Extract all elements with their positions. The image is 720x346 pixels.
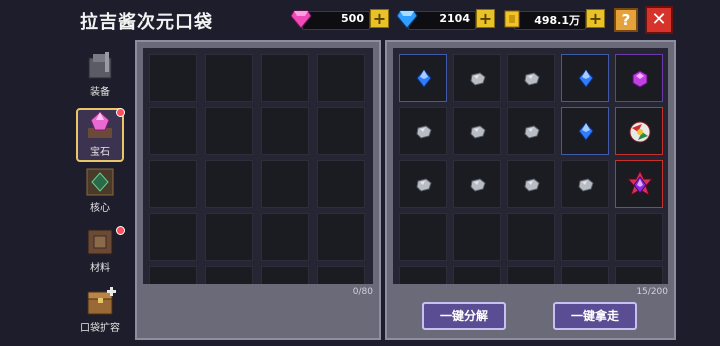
pink-gem-value: 500: [341, 12, 364, 25]
empty-slot[interactable]: [615, 213, 663, 261]
empty-slot[interactable]: [261, 266, 309, 284]
nav-item-equipment[interactable]: 装备: [76, 50, 124, 104]
take-all-button[interactable]: 一键拿走: [553, 302, 637, 330]
inventory-slot[interactable]: [453, 107, 501, 155]
coin-currency: 498.1万 +: [502, 9, 606, 30]
gem-capacity-count: 15/200: [636, 287, 668, 297]
empty-slot[interactable]: [261, 160, 309, 208]
empty-slot[interactable]: [561, 266, 609, 284]
inventory-slot[interactable]: [507, 160, 555, 208]
empty-slot[interactable]: [205, 160, 253, 208]
empty-slot[interactable]: [561, 213, 609, 261]
pocket-storage-panel: 0/80: [135, 40, 381, 340]
pocket-capacity-count: 0/80: [352, 287, 373, 297]
empty-slot[interactable]: [507, 213, 555, 261]
empty-slot[interactable]: [149, 107, 197, 155]
inventory-slot[interactable]: [561, 160, 609, 208]
empty-slot[interactable]: [615, 266, 663, 284]
add-coin-button[interactable]: +: [586, 9, 605, 28]
inventory-slot[interactable]: [615, 54, 663, 102]
inventory-slot[interactable]: [507, 54, 555, 102]
blue-gem-icon: [396, 9, 418, 29]
empty-slot[interactable]: [399, 266, 447, 284]
nav-item-core[interactable]: 核心: [76, 166, 124, 220]
chest-expand-icon: [83, 286, 117, 318]
empty-slot[interactable]: [317, 107, 365, 155]
inventory-slot[interactable]: [399, 54, 447, 102]
empty-slot[interactable]: [205, 107, 253, 155]
pink-gem-currency: 500 +: [290, 9, 390, 30]
empty-slot[interactable]: [149, 160, 197, 208]
inventory-slot[interactable]: [615, 107, 663, 155]
empty-slot[interactable]: [317, 54, 365, 102]
empty-slot[interactable]: [507, 266, 555, 284]
empty-slot[interactable]: [261, 54, 309, 102]
inventory-slot[interactable]: [399, 160, 447, 208]
inventory-slot[interactable]: [561, 107, 609, 155]
nav-label-core: 核心: [90, 203, 110, 214]
empty-slot[interactable]: [453, 213, 501, 261]
nav-item-expand[interactable]: 口袋扩容: [76, 286, 124, 340]
gem-inventory-panel: 15/200: [385, 40, 676, 340]
empty-slot[interactable]: [149, 266, 197, 284]
material-box-icon: [83, 226, 117, 258]
materials-badge: [116, 226, 125, 235]
pocket-storage-grid: [143, 48, 373, 284]
inventory-slot[interactable]: [507, 107, 555, 155]
pink-gem-icon: [290, 9, 312, 29]
empty-slot[interactable]: [205, 54, 253, 102]
empty-slot[interactable]: [317, 160, 365, 208]
page-title: 拉吉酱次元口袋: [80, 12, 213, 33]
gem-inventory-grid: [393, 48, 668, 284]
inventory-slot[interactable]: [561, 54, 609, 102]
blue-gem-currency: 2104 +: [396, 9, 496, 30]
nav-label-expand: 口袋扩容: [80, 323, 120, 334]
empty-slot[interactable]: [399, 213, 447, 261]
nav-label-materials: 材料: [90, 263, 110, 274]
empty-slot[interactable]: [453, 266, 501, 284]
empty-slot[interactable]: [317, 213, 365, 261]
nav-label-gems: 宝石: [90, 147, 110, 158]
help-button[interactable]: ?: [614, 8, 638, 32]
gems-badge: [116, 108, 125, 117]
gem-crystal-icon: [83, 110, 117, 142]
nav-label-equipment: 装备: [90, 87, 110, 98]
armor-icon: [83, 50, 117, 82]
add-blue-gem-button[interactable]: +: [476, 9, 495, 28]
empty-slot[interactable]: [205, 266, 253, 284]
close-button[interactable]: ✕: [645, 6, 673, 34]
core-icon: [83, 166, 117, 198]
empty-slot[interactable]: [149, 54, 197, 102]
decompose-all-button[interactable]: 一键分解: [422, 302, 506, 330]
inventory-slot[interactable]: [399, 107, 447, 155]
blue-gem-value: 2104: [439, 12, 470, 25]
coin-icon: [502, 9, 522, 29]
empty-slot[interactable]: [205, 213, 253, 261]
empty-slot[interactable]: [261, 213, 309, 261]
inventory-slot[interactable]: [453, 160, 501, 208]
empty-slot[interactable]: [261, 107, 309, 155]
inventory-slot[interactable]: [453, 54, 501, 102]
empty-slot[interactable]: [149, 213, 197, 261]
inventory-slot[interactable]: [615, 160, 663, 208]
add-pink-gem-button[interactable]: +: [370, 9, 389, 28]
empty-slot[interactable]: [317, 266, 365, 284]
coin-value: 498.1万: [534, 14, 580, 27]
